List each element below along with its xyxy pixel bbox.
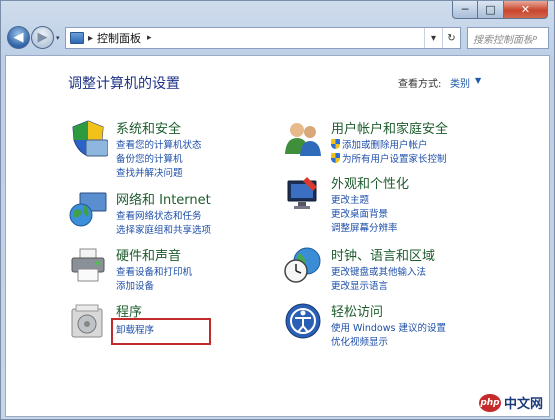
window-controls: ─ □ ✕ — [452, 1, 548, 19]
link-optimize-video-display[interactable]: 优化视频显示 — [331, 334, 388, 348]
breadcrumb-control-panel[interactable]: 控制面板 — [97, 30, 141, 46]
search-placeholder: 搜索控制面板 — [473, 34, 532, 46]
link-screen-resolution[interactable]: 调整屏幕分辨率 — [331, 220, 398, 234]
printer-icon[interactable] — [68, 245, 108, 285]
programs-icon[interactable] — [68, 301, 108, 341]
link-parental-controls[interactable]: 为所有用户设置家长控制 — [331, 151, 447, 165]
link-network-status[interactable]: 查看网络状态和任务 — [116, 208, 202, 222]
clock-globe-icon[interactable] — [283, 245, 323, 285]
category-title-ease-of-access[interactable]: 轻松访问 — [331, 301, 383, 320]
back-button[interactable]: ◀ — [7, 26, 30, 49]
link-view-computer-status[interactable]: 查看您的计算机状态 — [116, 137, 202, 151]
breadcrumb-separator[interactable]: ▸ — [88, 33, 93, 44]
category-title-system-security[interactable]: 系统和安全 — [116, 118, 181, 137]
search-input[interactable]: 搜索控制面板 ⌕ — [467, 27, 549, 49]
users-icon[interactable] — [283, 118, 323, 158]
title-bar: ─ □ ✕ — [1, 1, 554, 21]
address-bar[interactable]: ▸ 控制面板 ▸ ▾ ↻ — [65, 27, 461, 49]
link-change-keyboard[interactable]: 更改键盘或其他输入法 — [331, 264, 426, 278]
highlight-box — [111, 318, 211, 345]
watermark-text: 中文网 — [503, 397, 543, 412]
ease-access-icon[interactable] — [283, 301, 323, 341]
minimize-button[interactable]: ─ — [452, 1, 478, 19]
category-title-user-accounts[interactable]: 用户帐户和家庭安全 — [331, 118, 448, 137]
breadcrumb-chevron[interactable]: ▸ — [147, 33, 152, 43]
search-icon[interactable]: ⌕ — [532, 31, 548, 45]
forward-button[interactable]: ▶ — [31, 26, 54, 49]
link-change-theme[interactable]: 更改主题 — [331, 192, 369, 206]
category-title-hardware-sound[interactable]: 硬件和声音 — [116, 245, 181, 264]
control-panel-icon — [70, 32, 84, 44]
watermark: php 中文网 — [478, 393, 543, 412]
chevron-down-icon[interactable]: ▼ — [475, 76, 481, 85]
link-display-language[interactable]: 更改显示语言 — [331, 278, 388, 292]
refresh-button[interactable]: ↻ — [442, 28, 460, 48]
address-dropdown-button[interactable]: ▾ — [424, 28, 442, 48]
close-button[interactable]: ✕ — [504, 1, 548, 19]
view-by-dropdown[interactable]: 类别 — [450, 75, 470, 90]
view-by-label: 查看方式: — [398, 79, 442, 90]
link-windows-recommended-settings[interactable]: 使用 Windows 建议的设置 — [331, 320, 446, 334]
shield-icon[interactable] — [68, 118, 108, 158]
link-add-remove-accounts[interactable]: 添加或删除用户帐户 — [331, 137, 428, 151]
uac-shield-icon — [331, 139, 340, 149]
php-logo: php — [478, 393, 501, 412]
control-panel-window: ─ □ ✕ ◀ ▶ ▾ ▸ 控制面板 ▸ ▾ ↻ 搜索控制面板 ⌕ 调整计算机的… — [0, 0, 555, 420]
category-title-appearance[interactable]: 外观和个性化 — [331, 173, 409, 192]
uac-shield-icon — [331, 153, 340, 163]
link-backup-computer[interactable]: 备份您的计算机 — [116, 151, 183, 165]
page-title: 调整计算机的设置 — [68, 76, 180, 92]
display-icon[interactable] — [283, 173, 323, 213]
address-bar-actions: ▾ ↻ — [424, 28, 460, 48]
link-add-device[interactable]: 添加设备 — [116, 278, 154, 292]
category-title-clock-language-region[interactable]: 时钟、语言和区域 — [331, 245, 435, 264]
link-desktop-background[interactable]: 更改桌面背景 — [331, 206, 388, 220]
recent-pages-dropdown[interactable]: ▾ — [56, 34, 60, 42]
content-pane: 调整计算机的设置 查看方式: 类别 ▼ 系统和安全 查看您的计算机状态 备份您的… — [5, 55, 550, 417]
navigation-bar: ◀ ▶ ▾ ▸ 控制面板 ▸ ▾ ↻ 搜索控制面板 ⌕ — [5, 25, 550, 51]
category-title-network-internet[interactable]: 网络和 Internet — [116, 189, 211, 208]
maximize-button[interactable]: □ — [478, 1, 504, 19]
link-troubleshoot[interactable]: 查找并解决问题 — [116, 165, 183, 179]
link-homegroup-sharing[interactable]: 选择家庭组和共享选项 — [116, 222, 211, 236]
link-devices-printers[interactable]: 查看设备和打印机 — [116, 264, 192, 278]
globe-network-icon[interactable] — [68, 189, 108, 229]
